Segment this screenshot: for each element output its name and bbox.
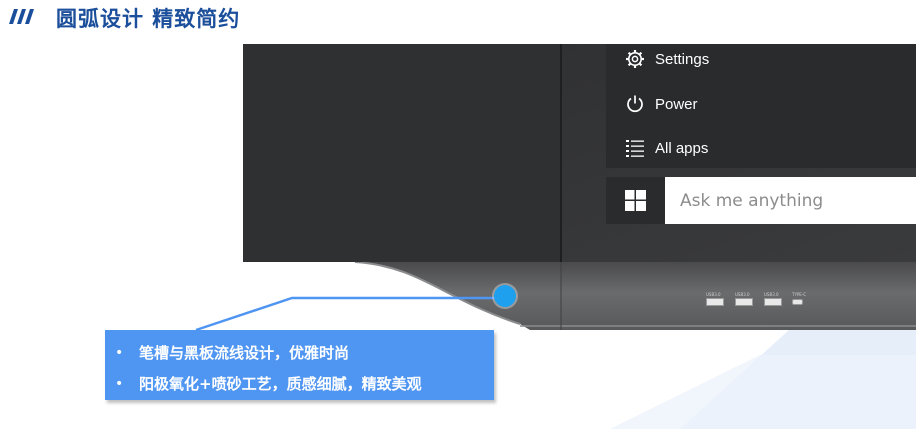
port-label: USB3.0 [764, 292, 779, 297]
port-slot [735, 298, 753, 306]
menu-item-settings[interactable]: Settings [624, 46, 709, 72]
bullet: • [115, 375, 124, 392]
gear-icon [624, 48, 646, 70]
menu-item-label: All apps [655, 139, 709, 157]
port-slot [792, 299, 803, 305]
start-menu: Settings Power All apps [606, 44, 916, 168]
bullet: • [115, 344, 124, 361]
usb-port: USB3.0 [706, 292, 724, 306]
port-label: TYPE-C [792, 292, 807, 297]
usb-port: USB3.0 [764, 292, 782, 306]
usb-port: USB3.0 [735, 292, 753, 306]
menu-item-label: Power [655, 95, 698, 113]
list-item: • 笔槽与黑板流线设计，优雅时尚 [115, 342, 349, 363]
power-icon [624, 93, 646, 115]
windows-logo-icon [625, 190, 646, 211]
menu-item-label: Settings [655, 50, 710, 68]
start-button[interactable] [606, 177, 665, 224]
feature-callout: • 笔槽与黑板流线设计，优雅时尚 • 阳极氧化+喷砂工艺，质感细腻，精致美观 [105, 330, 494, 400]
callout-marker [494, 285, 516, 307]
taskbar-search-row: Ask me anything [606, 177, 916, 224]
all-apps-icon [624, 137, 646, 159]
type-c-port: TYPE-C [792, 292, 806, 305]
feature-text: 阳极氧化+喷砂工艺，质感细腻，精致美观 [139, 375, 422, 393]
menu-item-all-apps[interactable]: All apps [624, 135, 708, 161]
port-label: USB3.0 [706, 292, 721, 297]
list-item: • 阳极氧化+喷砂工艺，质感细腻，精致美观 [115, 373, 422, 394]
port-slot [764, 298, 782, 306]
port-slot [706, 298, 724, 306]
search-input[interactable]: Ask me anything [665, 177, 916, 224]
feature-text: 笔槽与黑板流线设计，优雅时尚 [139, 344, 350, 362]
menu-item-power[interactable]: Power [624, 91, 698, 117]
port-label: USB3.0 [735, 292, 750, 297]
